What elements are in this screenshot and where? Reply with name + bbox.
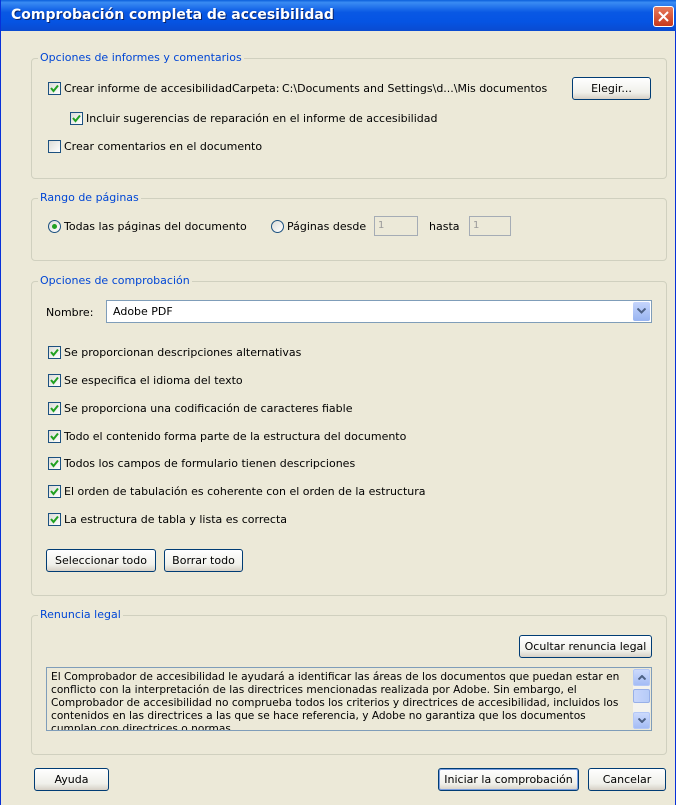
check-icon — [50, 432, 59, 441]
check-icon — [50, 404, 59, 413]
check-item-label: Todo el contenido forma parte de la estr… — [64, 430, 407, 443]
legal-text: El Comprobador de accesibilidad le ayuda… — [51, 671, 620, 731]
check-icon — [50, 459, 59, 468]
check-item-label: Se especifica el idioma del texto — [64, 374, 243, 387]
page-range-group: Rango de páginas Todas las páginas del d… — [31, 191, 667, 261]
include-suggestions-checkbox[interactable] — [70, 112, 83, 125]
page-range-legend: Rango de páginas — [38, 191, 141, 204]
all-pages-radio[interactable] — [48, 220, 61, 233]
chevron-up-icon — [638, 675, 646, 680]
check-item-label: El orden de tabulación es coherente con … — [64, 485, 426, 498]
check-item-label: Se proporcionan descripciones alternativ… — [64, 346, 302, 359]
chevron-down-icon — [637, 308, 646, 314]
check-options-group: Opciones de comprobación Nombre: Adobe P… — [31, 274, 667, 596]
folder-path: C:\Documents and Settings\d...\Mis docum… — [282, 82, 548, 95]
help-button[interactable]: Ayuda — [34, 768, 109, 791]
window-title: Comprobación completa de accesibilidad — [11, 7, 334, 23]
pages-from-input[interactable]: 1 — [374, 216, 418, 236]
legal-textarea[interactable]: El Comprobador de accesibilidad le ayuda… — [46, 667, 652, 731]
create-report-checkbox[interactable] — [48, 82, 61, 95]
check-item-checkbox[interactable] — [48, 374, 61, 387]
close-button[interactable] — [653, 6, 674, 27]
check-icon — [50, 487, 59, 496]
check-icon — [72, 114, 81, 123]
check-item-checkbox[interactable] — [48, 430, 61, 443]
dropdown-button[interactable] — [633, 302, 650, 321]
check-item-checkbox[interactable] — [48, 485, 61, 498]
legal-scrollbar[interactable] — [633, 669, 650, 729]
folder-label: Carpeta: — [232, 82, 280, 95]
clear-all-button[interactable]: Borrar todo — [164, 549, 243, 572]
cancel-button[interactable]: Cancelar — [588, 768, 666, 791]
name-select[interactable]: Adobe PDF — [106, 300, 652, 323]
check-icon — [50, 515, 59, 524]
pages-from-label: Páginas desde — [287, 220, 367, 233]
report-options-legend: Opciones de informes y comentarios — [38, 51, 244, 64]
check-item-label: Todos los campos de formulario tienen de… — [64, 457, 356, 470]
select-all-button[interactable]: Seleccionar todo — [46, 549, 156, 572]
name-select-value: Adobe PDF — [113, 305, 173, 318]
check-item-checkbox[interactable] — [48, 402, 61, 415]
to-label: hasta — [429, 220, 460, 233]
scroll-up-button[interactable] — [633, 669, 650, 686]
create-comments-checkbox[interactable] — [48, 140, 61, 153]
pages-to-input[interactable]: 1 — [469, 216, 511, 236]
check-icon — [50, 348, 59, 357]
check-icon — [50, 84, 59, 93]
choose-folder-button[interactable]: Elegir... — [572, 77, 651, 100]
scroll-down-button[interactable] — [633, 712, 650, 729]
legal-legend: Renuncia legal — [38, 608, 123, 621]
check-item-checkbox[interactable] — [48, 513, 61, 526]
check-icon — [50, 376, 59, 385]
check-item-checkbox[interactable] — [48, 346, 61, 359]
report-options-group: Opciones de informes y comentarios Crear… — [31, 51, 667, 179]
create-comments-label: Crear comentarios en el documento — [64, 140, 263, 153]
check-options-legend: Opciones de comprobación — [38, 274, 192, 287]
check-item-label: Se proporciona una codificación de carac… — [64, 402, 353, 415]
all-pages-label: Todas las páginas del documento — [64, 220, 247, 233]
chevron-down-icon — [638, 718, 646, 723]
name-label: Nombre: — [46, 306, 94, 319]
check-item-label: La estructura de tabla y lista es correc… — [64, 513, 287, 526]
legal-group: Renuncia legal Ocultar renuncia legal El… — [31, 608, 667, 755]
start-check-button[interactable]: Iniciar la comprobación — [438, 768, 579, 791]
include-suggestions-label: Incluir sugerencias de reparación en el … — [86, 112, 438, 125]
check-item-checkbox[interactable] — [48, 457, 61, 470]
title-bar[interactable]: Comprobación completa de accesibilidad — [1, 0, 676, 31]
dialog-window: Comprobación completa de accesibilidad O… — [0, 0, 676, 805]
create-report-label: Crear informe de accesibilidad — [64, 82, 232, 95]
scroll-thumb[interactable] — [633, 689, 650, 703]
close-icon — [658, 11, 669, 22]
hide-legal-button[interactable]: Ocultar renuncia legal — [519, 635, 652, 658]
pages-from-radio[interactable] — [271, 220, 284, 233]
